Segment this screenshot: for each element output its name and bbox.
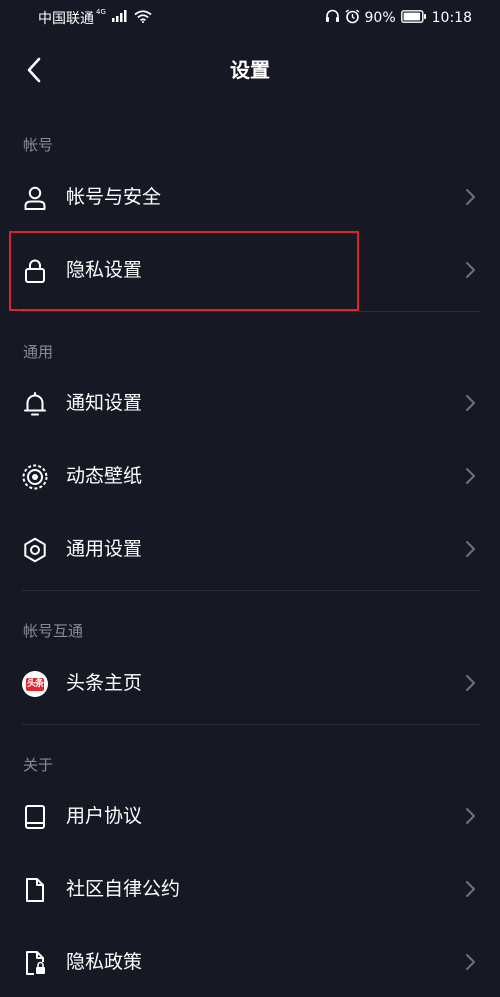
status-bar: 中国联通 4G 90% 10:18 (0, 0, 500, 36)
page-title: 设置 (230, 58, 270, 82)
chevron-right-icon (466, 808, 475, 824)
headset-icon (325, 9, 340, 27)
toutiao-badge-text: 头条 (25, 677, 44, 691)
chevron-right-icon (466, 468, 475, 484)
chevron-right-icon (466, 541, 475, 557)
chevron-right-icon (466, 881, 475, 897)
privacy-document-icon (22, 950, 48, 976)
book-icon (22, 804, 48, 830)
section-header-account: 帐号 (23, 136, 54, 154)
settings-item-privacy-policy[interactable]: 隐私政策 (0, 927, 500, 997)
gear-icon (22, 537, 48, 563)
back-button[interactable] (14, 50, 54, 90)
battery-icon (400, 9, 427, 27)
settings-item-label: 头条主页 (66, 672, 143, 694)
status-right: 90% 10:18 (325, 8, 472, 28)
settings-item-label: 隐私设置 (66, 259, 143, 281)
nav-bar: 设置 (0, 36, 500, 104)
lock-icon (22, 258, 48, 284)
settings-item-label: 帐号与安全 (66, 186, 162, 208)
chevron-right-icon (466, 954, 475, 970)
bell-icon (22, 391, 48, 417)
chevron-right-icon (466, 262, 475, 278)
settings-item-account-security[interactable]: 帐号与安全 (0, 162, 500, 232)
alarm-icon (345, 8, 360, 28)
wifi-icon (134, 9, 152, 27)
section-header-account-linking: 帐号互通 (23, 622, 84, 640)
settings-item-general-settings[interactable]: 通用设置 (0, 514, 500, 584)
divider (22, 724, 480, 725)
document-icon (22, 877, 48, 903)
section-header-about: 关于 (23, 756, 54, 774)
settings-item-user-agreement[interactable]: 用户协议 (0, 781, 500, 851)
clock-time: 10:18 (431, 10, 472, 26)
chevron-right-icon (466, 395, 475, 411)
live-wallpaper-icon (22, 464, 48, 490)
settings-item-label: 动态壁纸 (66, 465, 143, 487)
network-type: 4G (96, 8, 106, 16)
chevron-right-icon (466, 189, 475, 205)
settings-item-label: 隐私政策 (66, 951, 143, 973)
settings-item-label: 用户协议 (66, 805, 143, 827)
settings-item-privacy-settings[interactable]: 隐私设置 (0, 235, 500, 305)
toutiao-logo-icon: 头条 (22, 671, 48, 697)
settings-item-label: 通用设置 (66, 538, 143, 560)
chevron-left-icon (27, 57, 41, 83)
section-header-general: 通用 (23, 343, 54, 361)
battery-percent: 90% (364, 10, 396, 26)
settings-item-label: 通知设置 (66, 392, 143, 414)
settings-item-community-guidelines[interactable]: 社区自律公约 (0, 854, 500, 924)
user-icon (22, 185, 48, 211)
settings-item-live-wallpaper[interactable]: 动态壁纸 (0, 441, 500, 511)
chevron-right-icon (466, 675, 475, 691)
divider (22, 311, 480, 312)
signal-icon (111, 10, 128, 26)
settings-item-notification-settings[interactable]: 通知设置 (0, 368, 500, 438)
status-left: 中国联通 4G (38, 8, 152, 28)
divider (22, 590, 480, 591)
carrier-name: 中国联通 (38, 11, 94, 27)
settings-item-toutiao-homepage[interactable]: 头条 头条主页 (0, 648, 500, 718)
settings-item-label: 社区自律公约 (66, 878, 181, 900)
